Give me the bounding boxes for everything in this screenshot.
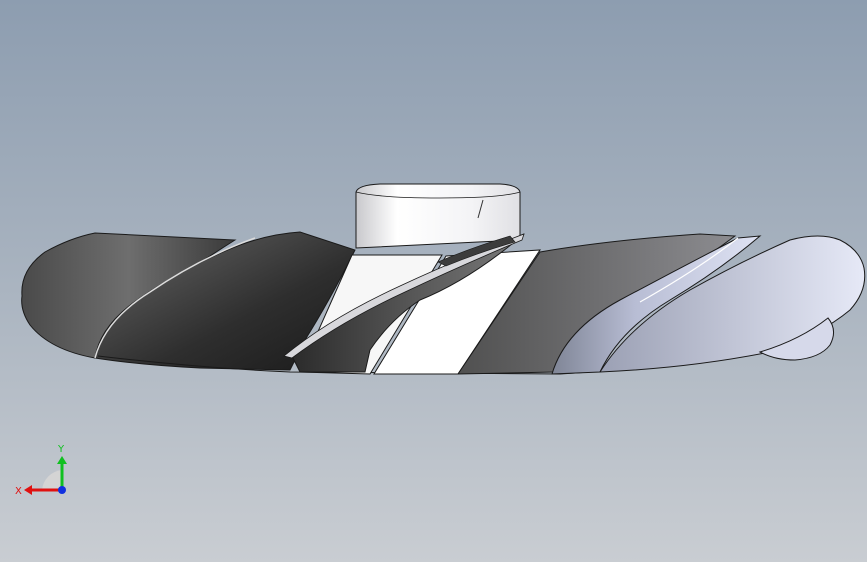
z-axis-dot bbox=[58, 486, 66, 494]
coordinate-triad: Y X bbox=[15, 444, 67, 497]
y-axis-label: Y bbox=[57, 444, 65, 455]
impeller-model[interactable] bbox=[0, 0, 867, 562]
y-axis-arrowhead bbox=[57, 456, 67, 464]
hub-boss[interactable] bbox=[355, 183, 521, 249]
x-axis-label: X bbox=[15, 486, 22, 497]
graphics-viewport[interactable]: Y X bbox=[0, 0, 867, 562]
x-axis-arrowhead bbox=[24, 485, 32, 495]
triad-quadrant bbox=[42, 470, 62, 490]
